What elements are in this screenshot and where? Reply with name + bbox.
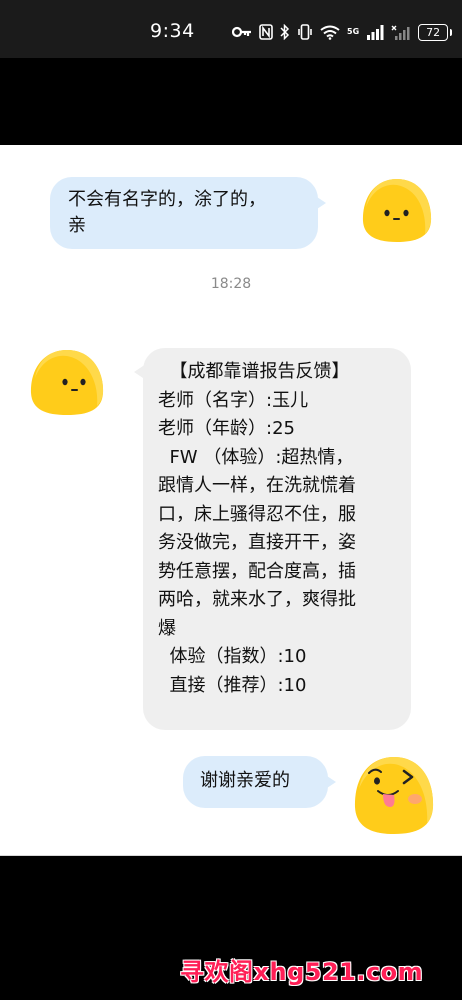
- wifi-icon: [320, 25, 340, 40]
- message-bubble-outgoing[interactable]: 谢谢亲爱的: [183, 756, 336, 808]
- battery-icon: 72: [418, 23, 453, 41]
- message-line: 不会有名字的，涂了的，: [68, 189, 266, 210]
- message-line: 跟情人一样，在洗就慌着: [158, 475, 356, 496]
- message-line: 【成都靠谱报告反馈】: [158, 361, 350, 382]
- message-line: 体验（指数）:10: [158, 646, 307, 667]
- signal-icon-secondary: [391, 25, 410, 40]
- avatar-emoji-icon[interactable]: [28, 348, 106, 416]
- message-line: 老师（名字）:玉儿: [158, 389, 309, 411]
- message-line: 务没做完，直接开干，姿: [158, 532, 356, 553]
- avatar-emoji-icon[interactable]: [352, 755, 436, 835]
- message-line: 爆: [158, 617, 176, 639]
- message-line: 直接（推荐）:10: [158, 674, 307, 696]
- message-line: FW （体验）:超热情，: [158, 446, 354, 468]
- status-icons: 5G 72: [232, 22, 453, 42]
- message-line: 两哈，就来水了，爽得批: [158, 589, 356, 610]
- watermark-text: 寻欢阁xhg521.com: [180, 958, 424, 986]
- status-bar: 9:34 5G 72: [0, 0, 462, 58]
- nfc-icon: [259, 24, 273, 40]
- bluetooth-icon: [280, 24, 290, 40]
- message-timestamp: 18:28: [210, 276, 252, 292]
- screen: 9:34 5G 72 不会有名字的，涂了的， 亲 18:28 【成都靠谱报告反馈…: [0, 0, 462, 1000]
- vibrate-icon: [298, 24, 312, 40]
- chat-divider: [0, 855, 462, 856]
- avatar-emoji-icon[interactable]: [360, 177, 434, 243]
- key-icon: [232, 26, 251, 38]
- network-type-label: 5G: [347, 27, 360, 36]
- message-line: 谢谢亲爱的: [200, 770, 290, 791]
- message-line: 亲: [68, 215, 86, 236]
- message-line: 口，床上骚得忍不住，服: [158, 503, 356, 525]
- status-time: 9:34: [150, 20, 195, 42]
- message-bubble-outgoing[interactable]: 不会有名字的，涂了的， 亲: [50, 177, 326, 249]
- message-bubble-incoming[interactable]: 【成都靠谱报告反馈】 老师（名字）:玉儿 老师（年龄）:25 FW （体验）:超…: [134, 348, 411, 730]
- signal-icon: [367, 24, 384, 40]
- message-line: 老师（年龄）:25: [158, 418, 295, 439]
- message-line: 势任意摆，配合度高，插: [158, 560, 356, 582]
